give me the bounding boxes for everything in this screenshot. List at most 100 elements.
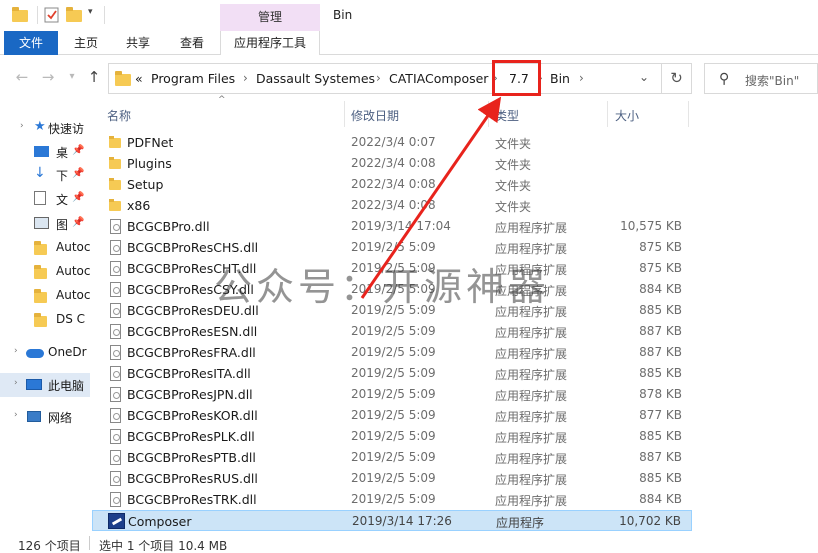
- pin-icon[interactable]: 📌: [72, 145, 84, 156]
- tab-view[interactable]: 查看: [170, 31, 214, 55]
- nav-item-this-pc[interactable]: › 此电脑: [0, 373, 90, 397]
- selection-info: 选中 1 个项目 10.4 MB: [99, 539, 228, 553]
- tab-file[interactable]: 文件: [4, 31, 58, 55]
- file-date: 2019/3/14 17:04: [351, 219, 451, 233]
- chevron-right-icon[interactable]: ›: [14, 346, 18, 356]
- column-divider[interactable]: [488, 101, 489, 127]
- file-row[interactable]: BCGCBProResESN.dll 2019/2/5 5:09 应用程序扩展 887…: [92, 321, 692, 342]
- folder-icon: [109, 136, 121, 148]
- column-header-date[interactable]: 修改日期: [351, 107, 399, 124]
- column-divider[interactable]: [688, 101, 689, 127]
- breadcrumb-program-files[interactable]: Program Files: [151, 71, 235, 86]
- file-row[interactable]: BCGCBProResFRA.dll 2019/2/5 5:09 应用程序扩展 887…: [92, 342, 692, 363]
- column-divider[interactable]: [607, 101, 608, 127]
- file-date: 2019/2/5 5:09: [351, 324, 436, 338]
- file-type: 应用程序扩展: [495, 368, 568, 382]
- folder-icon: [109, 178, 121, 190]
- pin-icon[interactable]: 📌: [72, 192, 84, 203]
- breadcrumb-bin[interactable]: Bin: [550, 71, 570, 86]
- pin-icon[interactable]: 📌: [72, 217, 84, 228]
- file-name: BCGCBProResJPN.dll: [127, 387, 253, 402]
- back-arrow-icon[interactable]: ←: [12, 67, 32, 87]
- file-type: 应用程序扩展: [495, 242, 568, 256]
- nav-item-documents[interactable]: 文 📌: [0, 188, 90, 210]
- search-input[interactable]: ⚲ 搜索"Bin": [704, 63, 818, 94]
- breadcrumb-dassault-systemes[interactable]: Dassault Systemes: [256, 71, 375, 86]
- nav-item-folder[interactable]: Autoc: [0, 261, 90, 283]
- chevron-right-icon[interactable]: ›: [20, 121, 24, 131]
- file-row[interactable]: BCGCBProResKOR.dll 2019/2/5 5:09 应用程序扩展 877…: [92, 405, 692, 426]
- window-title: Bin: [333, 8, 353, 22]
- tab-application-tools[interactable]: 应用程序工具: [220, 31, 320, 55]
- nav-item-folder[interactable]: Autoc: [0, 285, 90, 307]
- new-folder-icon[interactable]: [66, 7, 82, 23]
- forward-arrow-icon[interactable]: →: [38, 67, 58, 87]
- file-row[interactable]: BCGCBProResITA.dll 2019/2/5 5:09 应用程序扩展 885…: [92, 363, 692, 384]
- file-type: 应用程序扩展: [495, 452, 568, 466]
- file-name: Setup: [127, 177, 164, 192]
- nav-item-folder[interactable]: Autoc: [0, 237, 90, 259]
- chevron-right-icon[interactable]: ›: [14, 410, 18, 420]
- chevron-right-icon[interactable]: ›: [14, 378, 18, 388]
- address-dropdown-chevron-icon[interactable]: ⌄: [639, 70, 649, 84]
- nav-item-folder[interactable]: DS C: [0, 309, 90, 331]
- nav-item-label: Autoc: [56, 288, 90, 302]
- column-header-name[interactable]: 名称: [107, 107, 131, 124]
- file-size: 10,575 KB: [620, 219, 682, 233]
- file-row[interactable]: BCGCBProResCHS.dll 2019/2/5 5:09 应用程序扩展 875…: [92, 237, 692, 258]
- address-bar[interactable]: « Program Files › Dassault Systemes › CA…: [108, 63, 662, 94]
- title-bar: ▾ 管理 Bin: [0, 0, 818, 31]
- breadcrumb-separator[interactable]: ›: [376, 71, 381, 85]
- nav-item-pictures[interactable]: 图 📌: [0, 213, 90, 235]
- file-name: BCGCBProResPTB.dll: [127, 450, 256, 465]
- address-overflow[interactable]: «: [135, 71, 143, 86]
- file-row[interactable]: Composer 2019/3/14 17:26 应用程序 10,702 KB: [92, 510, 692, 531]
- nav-item-desktop[interactable]: 桌 📌: [0, 141, 90, 163]
- chevron-down-icon[interactable]: ▾: [88, 7, 104, 23]
- breadcrumb-separator[interactable]: ›: [579, 71, 584, 85]
- star-icon: ★: [34, 119, 46, 134]
- folder-icon[interactable]: [12, 7, 28, 23]
- recent-chevron-icon[interactable]: ▾: [62, 67, 82, 87]
- nav-item-onedrive[interactable]: › OneDr: [0, 342, 90, 364]
- highlight-box: [492, 60, 541, 96]
- file-row[interactable]: Plugins 2022/3/4 0:08 文件夹: [92, 153, 692, 174]
- pin-icon[interactable]: 📌: [72, 168, 84, 179]
- file-date: 2022/3/4 0:07: [351, 135, 436, 149]
- breadcrumb-catiacomposer[interactable]: CATIAComposer: [389, 71, 488, 86]
- tab-share[interactable]: 共享: [116, 31, 160, 55]
- file-row[interactable]: BCGCBProResPLK.dll 2019/2/5 5:09 应用程序扩展 885…: [92, 426, 692, 447]
- file-row[interactable]: Setup 2022/3/4 0:08 文件夹: [92, 174, 692, 195]
- file-row[interactable]: BCGCBProResJPN.dll 2019/2/5 5:09 应用程序扩展 878…: [92, 384, 692, 405]
- file-row[interactable]: PDFNet 2022/3/4 0:07 文件夹: [92, 132, 692, 153]
- up-arrow-icon[interactable]: ↑: [84, 67, 104, 87]
- nav-item-quick-access[interactable]: › ★ 快速访: [0, 117, 90, 139]
- file-row[interactable]: BCGCBProResTRK.dll 2019/2/5 5:09 应用程序扩展 884…: [92, 489, 692, 510]
- file-row[interactable]: BCGCBProResRUS.dll 2019/2/5 5:09 应用程序扩展 885…: [92, 468, 692, 489]
- application-icon: [108, 513, 125, 529]
- nav-item-network[interactable]: › 网络: [0, 406, 90, 428]
- file-row[interactable]: x86 2022/3/4 0:08 文件夹: [92, 195, 692, 216]
- column-divider[interactable]: [344, 101, 345, 127]
- address-row: ← → ▾ ↑ « Program Files › Dassault Syste…: [0, 55, 818, 101]
- file-date: 2019/2/5 5:09: [351, 450, 436, 464]
- divider: [89, 536, 90, 550]
- dll-file-icon: [110, 450, 121, 465]
- breadcrumb-separator[interactable]: ›: [243, 71, 248, 85]
- file-date: 2019/2/5 5:09: [351, 387, 436, 401]
- nav-item-downloads[interactable]: ↓ 下 📌: [0, 164, 90, 186]
- file-row[interactable]: BCGCBPro.dll 2019/3/14 17:04 应用程序扩展 10,575 …: [92, 216, 692, 237]
- file-row[interactable]: BCGCBProResPTB.dll 2019/2/5 5:09 应用程序扩展 887…: [92, 447, 692, 468]
- file-date: 2019/2/5 5:09: [351, 345, 436, 359]
- file-date: 2019/2/5 5:09: [351, 429, 436, 443]
- dll-file-icon: [110, 408, 121, 423]
- refresh-icon[interactable]: ↻: [662, 63, 692, 94]
- search-icon: ⚲: [719, 71, 730, 87]
- column-header-type[interactable]: 类型: [495, 107, 519, 124]
- properties-icon[interactable]: [44, 7, 60, 23]
- manage-tab-header[interactable]: 管理: [220, 4, 320, 31]
- file-name: Plugins: [127, 156, 172, 171]
- column-header-size[interactable]: 大小: [615, 107, 639, 124]
- file-type: 应用程序扩展: [495, 431, 568, 445]
- tab-home[interactable]: 主页: [64, 31, 108, 55]
